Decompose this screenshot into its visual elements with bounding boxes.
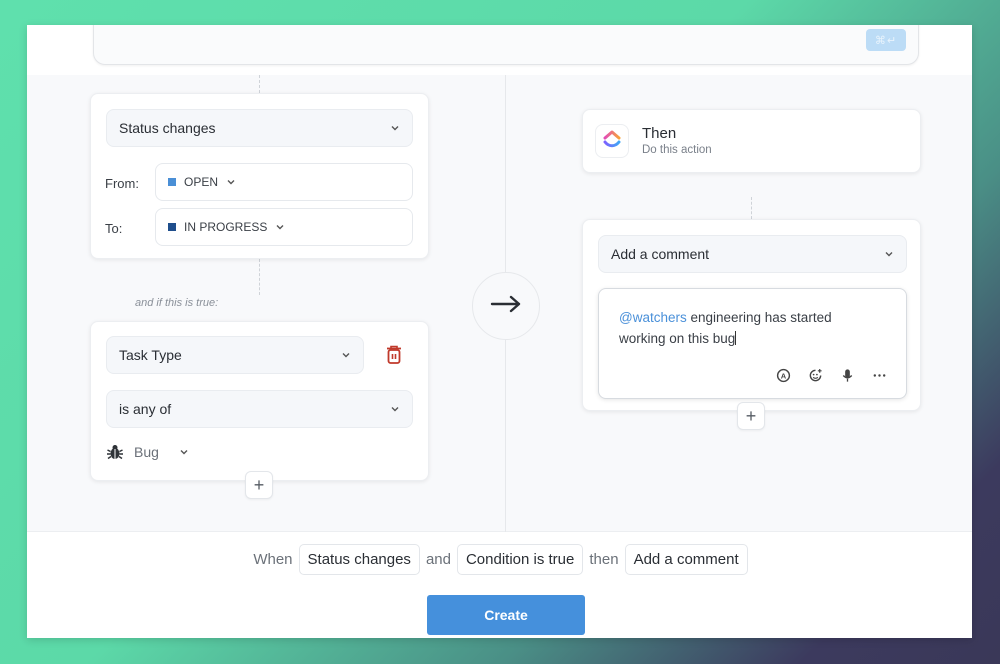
summary-condition-chip[interactable]: Condition is true (456, 543, 584, 575)
action-header-subtitle: Do this action (642, 144, 712, 156)
action-header-card: Then Do this action (582, 109, 921, 173)
from-status-value: OPEN (184, 175, 219, 189)
trigger-event-label: Status changes (119, 120, 216, 136)
condition-field-label: Task Type (119, 347, 182, 363)
arrow-right-icon (490, 294, 522, 319)
summary-trigger-chip[interactable]: Status changes (298, 543, 420, 575)
status-color-swatch (168, 223, 176, 231)
chevron-down-icon (275, 222, 285, 232)
emoji-icon[interactable] (806, 366, 824, 384)
mention-tag[interactable]: @watchers (619, 310, 687, 325)
summary-when: When (253, 550, 293, 568)
previous-editor-box[interactable]: ⌘↵ (93, 25, 919, 65)
chevron-down-icon (341, 350, 351, 360)
chevron-down-icon (179, 447, 189, 457)
from-status-select[interactable]: OPEN (155, 163, 413, 201)
chevron-down-icon (226, 177, 236, 187)
condition-field-select[interactable]: Task Type (106, 336, 364, 374)
comment-content[interactable]: @watchers engineering has started workin… (619, 307, 879, 349)
automation-summary: When Status changes and Condition is tru… (27, 543, 972, 575)
more-options-icon[interactable] (870, 366, 888, 384)
microphone-icon[interactable] (838, 366, 856, 384)
condition-operator-select[interactable]: is any of (106, 390, 413, 428)
bug-icon (106, 443, 124, 461)
automation-window: ⌘↵ Status changes From: OPEN To: IN PROG… (27, 25, 972, 638)
action-type-select[interactable]: Add a comment (598, 235, 907, 273)
to-status-select[interactable]: IN PROGRESS (155, 208, 413, 246)
trash-icon[interactable] (385, 345, 403, 365)
chevron-down-icon (390, 404, 400, 414)
automation-canvas: Status changes From: OPEN To: IN PROGRES… (27, 75, 972, 532)
task-type-value-select[interactable]: Bug (106, 443, 189, 461)
task-type-value: Bug (134, 444, 159, 460)
condition-note: and if this is true: (135, 297, 219, 309)
comment-input[interactable]: @watchers engineering has started workin… (598, 288, 907, 399)
app-logo (595, 124, 629, 158)
svg-text:A: A (780, 371, 786, 380)
action-type-label: Add a comment (611, 246, 710, 262)
connector-line (259, 259, 260, 295)
from-label: From: (105, 176, 139, 191)
comment-toolbar: A (774, 366, 888, 384)
connector-line (259, 75, 260, 93)
condition-operator-label: is any of (119, 401, 172, 417)
add-condition-button[interactable]: + (245, 471, 273, 499)
add-action-button[interactable]: + (737, 402, 765, 430)
submit-shortcut-button[interactable]: ⌘↵ (866, 29, 906, 51)
create-button[interactable]: Create (427, 595, 585, 635)
clickup-logo-icon (601, 128, 623, 155)
connector-line (751, 197, 752, 219)
summary-action-chip[interactable]: Add a comment (624, 543, 748, 575)
text-caret (735, 331, 737, 345)
mention-icon[interactable]: A (774, 366, 792, 384)
trigger-card: Status changes From: OPEN To: IN PROGRES… (90, 93, 429, 259)
action-header-title: Then (642, 125, 677, 142)
summary-and: and (425, 550, 451, 568)
flow-arrow (472, 272, 540, 340)
chevron-down-icon (390, 123, 400, 133)
trigger-event-select[interactable]: Status changes (106, 109, 413, 147)
action-card: Add a comment @watchers engineering has … (582, 219, 921, 411)
summary-then: then (589, 550, 619, 568)
status-color-swatch (168, 178, 176, 186)
to-status-value: IN PROGRESS (184, 220, 268, 234)
chevron-down-icon (884, 249, 894, 259)
to-label: To: (105, 221, 123, 236)
condition-card: Task Type is any of Bug (90, 321, 429, 481)
